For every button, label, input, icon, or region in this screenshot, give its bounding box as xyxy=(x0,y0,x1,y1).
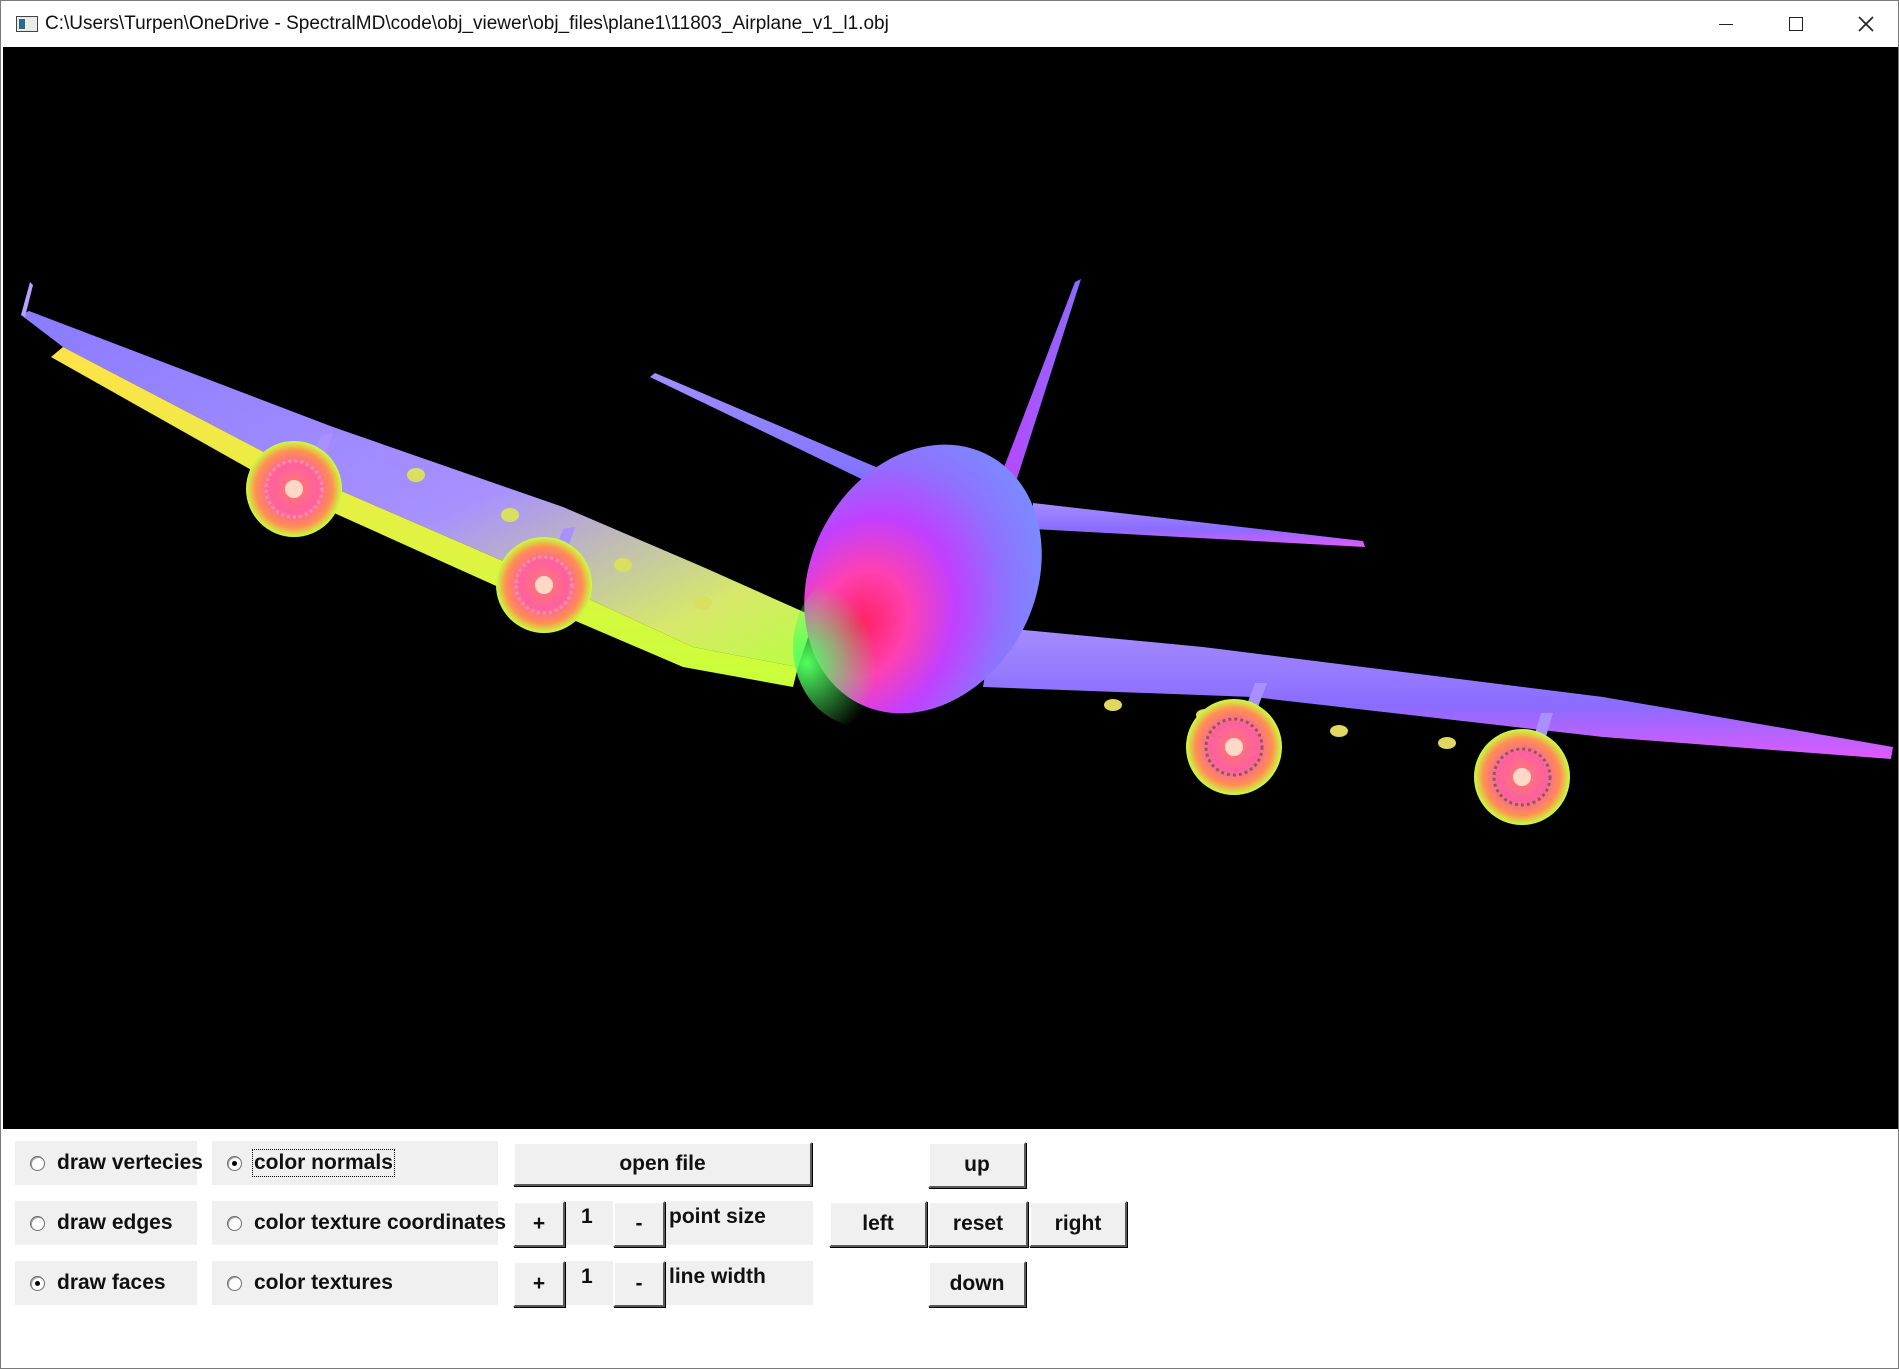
close-icon xyxy=(1858,16,1874,32)
title-bar[interactable]: C:\Users\Turpen\OneDrive - SpectralMD\co… xyxy=(1,1,1898,47)
color-normals-label: color normals xyxy=(252,1149,395,1177)
line-width-label: line width xyxy=(669,1265,766,1288)
minimize-icon xyxy=(1719,23,1733,25)
line-width-minus-button[interactable]: - xyxy=(613,1261,665,1307)
draw-faces-radio[interactable] xyxy=(30,1275,45,1291)
maximize-icon xyxy=(1789,17,1803,31)
draw-vertecies-radio[interactable] xyxy=(30,1155,45,1171)
point-size-minus-button[interactable]: - xyxy=(613,1201,665,1247)
minimize-button[interactable] xyxy=(1691,1,1761,47)
render-viewport[interactable] xyxy=(3,47,1898,1129)
close-button[interactable] xyxy=(1831,1,1899,47)
engine-left-outer xyxy=(246,441,342,537)
camera-left-button[interactable]: left xyxy=(829,1201,927,1247)
camera-up-button[interactable]: up xyxy=(928,1142,1026,1188)
color-texture-coordinates-radio[interactable] xyxy=(227,1215,242,1231)
draw-edges-option[interactable]: draw edges xyxy=(15,1201,197,1245)
line-width-value: 1 xyxy=(581,1265,593,1288)
draw-edges-radio[interactable] xyxy=(30,1215,45,1231)
color-texture-coordinates-option[interactable]: color texture coordinates xyxy=(212,1201,506,1245)
color-textures-radio[interactable] xyxy=(227,1275,242,1291)
point-size-plus-button[interactable]: + xyxy=(513,1201,565,1247)
engine-right-inner xyxy=(1186,699,1282,795)
draw-edges-label: draw edges xyxy=(57,1211,173,1234)
draw-vertecies-label: draw vertecies xyxy=(57,1151,203,1174)
open-file-button[interactable]: open file xyxy=(513,1142,812,1186)
engine-left-inner xyxy=(496,537,592,633)
color-normals-radio[interactable] xyxy=(227,1155,242,1171)
color-normals-option[interactable]: color normals xyxy=(212,1141,498,1185)
control-panel: draw vertecies draw edges draw faces col… xyxy=(3,1129,1898,1368)
airplane-model-render xyxy=(21,279,1893,825)
camera-down-button[interactable]: down xyxy=(928,1261,1026,1307)
app-window-icon xyxy=(16,16,38,32)
draw-faces-option[interactable]: draw faces xyxy=(15,1261,197,1305)
window-title: C:\Users\Turpen\OneDrive - SpectralMD\co… xyxy=(45,13,889,34)
maximize-button[interactable] xyxy=(1761,1,1831,47)
app-window: C:\Users\Turpen\OneDrive - SpectralMD\co… xyxy=(0,0,1899,1369)
point-size-label: point size xyxy=(669,1205,766,1228)
point-size-value: 1 xyxy=(581,1205,593,1228)
engine-right-outer xyxy=(1474,729,1570,825)
line-width-plus-button[interactable]: + xyxy=(513,1261,565,1307)
camera-right-button[interactable]: right xyxy=(1029,1201,1127,1247)
color-textures-label: color textures xyxy=(254,1271,393,1294)
camera-reset-button[interactable]: reset xyxy=(928,1201,1028,1247)
draw-faces-label: draw faces xyxy=(57,1271,166,1294)
color-texture-coordinates-label: color texture coordinates xyxy=(254,1211,507,1234)
color-textures-option[interactable]: color textures xyxy=(212,1261,498,1305)
draw-vertecies-option[interactable]: draw vertecies xyxy=(15,1141,203,1185)
